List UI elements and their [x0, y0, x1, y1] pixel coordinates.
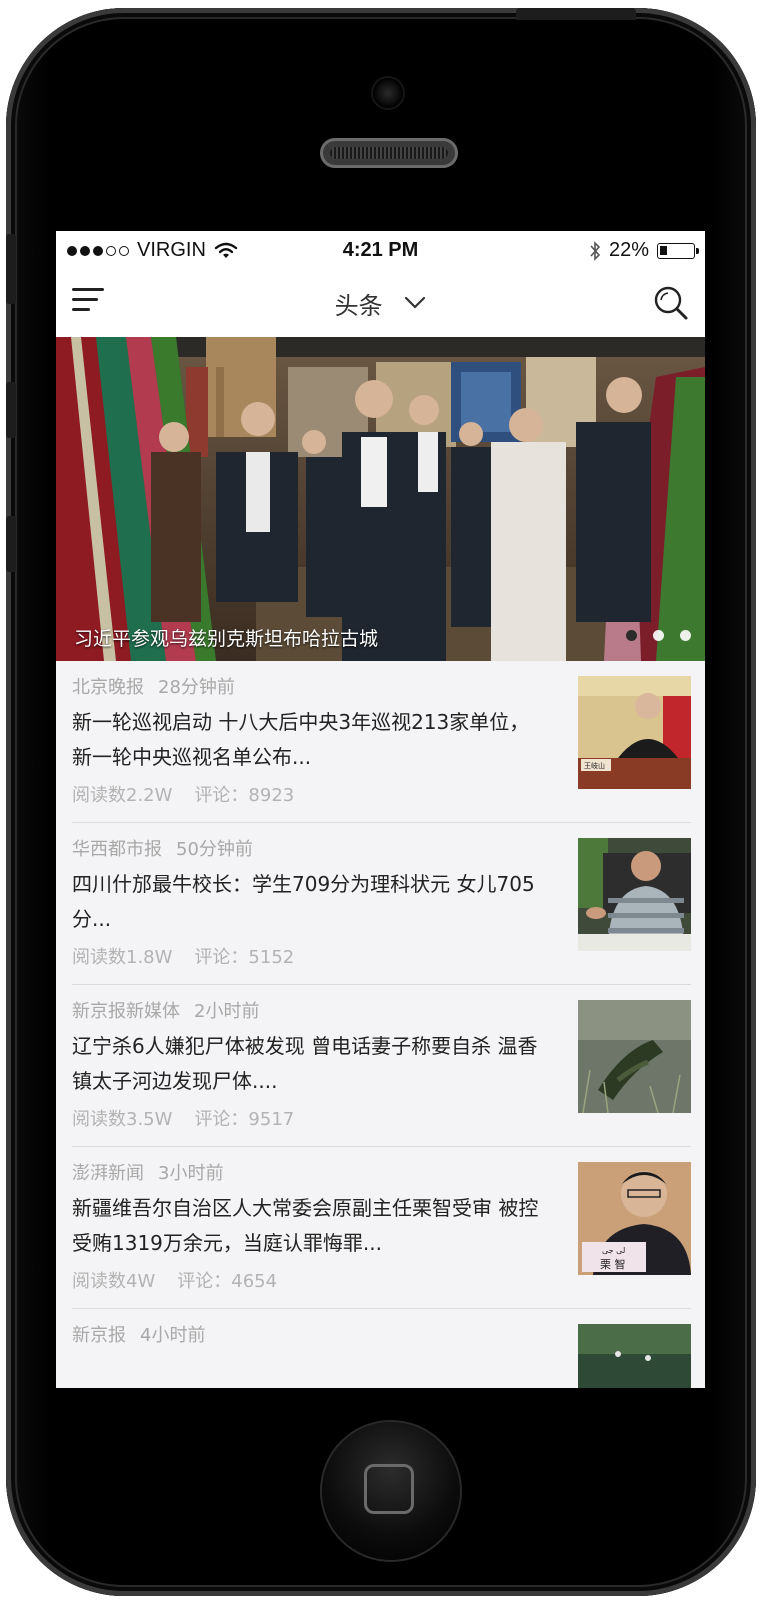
news-meta: 新京报 4小时前 — [72, 1321, 205, 1347]
carousel-dot[interactable] — [680, 630, 691, 641]
news-stats: 阅读数2.2W 评论：8923 — [72, 781, 294, 807]
comment-count: 评论：4654 — [177, 1271, 278, 1292]
news-meta: 新京报新媒体 2小时前 — [72, 997, 259, 1023]
news-thumbnail — [578, 1324, 691, 1388]
news-time: 28分钟前 — [158, 677, 235, 698]
news-source: 新京报 — [72, 1325, 126, 1346]
news-source: 华西都市报 — [72, 839, 162, 860]
read-count: 阅读数1.8W — [72, 947, 173, 968]
news-time: 4小时前 — [140, 1325, 206, 1346]
carousel-dot[interactable] — [626, 630, 637, 641]
news-item[interactable]: 新京报新媒体 2小时前 辽宁杀6人嫌犯尸体被发现 曾电话妻子称要自杀 温香镇太子河… — [72, 985, 691, 1147]
news-stats: 阅读数3.5W 评论：9517 — [72, 1105, 294, 1131]
thumb-sign-text: لى جى — [602, 1246, 625, 1255]
news-source: 北京晚报 — [72, 677, 144, 698]
home-button[interactable] — [322, 1422, 460, 1560]
carousel-indicator[interactable] — [626, 630, 691, 641]
news-title: 新疆维吾尔自治区人大常委会原副主任栗智受审 被控受贿1319万余元，当庭认罪悔罪… — [72, 1196, 539, 1255]
read-count: 阅读数3.5W — [72, 1109, 173, 1130]
read-count: 阅读数4W — [72, 1271, 156, 1292]
battery-percent: 22% — [608, 239, 649, 261]
news-meta: 华西都市报 50分钟前 — [72, 835, 253, 861]
battery-icon — [657, 242, 699, 259]
app-screen: VIRGIN 4:21 PM 22% 头条 习近平参观乌兹别克斯坦布哈拉古城 北… — [56, 231, 705, 1388]
news-time: 50分钟前 — [176, 839, 253, 860]
search-icon[interactable] — [651, 283, 691, 323]
news-title: 新一轮巡视启动 十八大后中央3年巡视213家单位，新一轮中央巡视名单公布... — [72, 710, 530, 769]
banner-photo — [56, 337, 705, 661]
page-title: 头条 — [334, 292, 383, 320]
status-bar: VIRGIN 4:21 PM 22% — [56, 231, 705, 271]
comment-count: 评论：8923 — [194, 785, 295, 806]
news-time: 2小时前 — [194, 1001, 260, 1022]
news-stats: 阅读数1.8W 评论：5152 — [72, 943, 294, 969]
battery-fill — [660, 245, 667, 255]
featured-banner[interactable]: 习近平参观乌兹别克斯坦布哈拉古城 — [56, 337, 705, 661]
news-meta: 澎湃新闻 3小时前 — [72, 1159, 223, 1185]
power-button[interactable] — [516, 8, 636, 20]
news-thumbnail — [578, 838, 691, 951]
news-item[interactable]: 北京晚报 28分钟前 新一轮巡视启动 十八大后中央3年巡视213家单位，新一轮中央… — [72, 661, 691, 823]
banner-caption: 习近平参观乌兹别克斯坦布哈拉古城 — [74, 628, 379, 650]
news-thumbnail — [578, 1000, 691, 1113]
news-list: 北京晚报 28分钟前 新一轮巡视启动 十八大后中央3年巡视213家单位，新一轮中央… — [56, 661, 705, 1388]
volume-down-button[interactable] — [6, 516, 16, 572]
news-item[interactable]: 华西都市报 50分钟前 四川什邡最牛校长：学生709分为理科状元 女儿705分..… — [72, 823, 691, 985]
comment-count: 评论：9517 — [194, 1109, 295, 1130]
earpiece-speaker — [320, 138, 458, 168]
news-meta: 北京晚报 28分钟前 — [72, 673, 235, 699]
news-thumbnail: 王岐山 — [578, 676, 691, 789]
mute-switch[interactable] — [6, 234, 16, 304]
thumb-sign-text: 栗 智 — [600, 1257, 626, 1271]
read-count: 阅读数2.2W — [72, 785, 173, 806]
news-title: 辽宁杀6人嫌犯尸体被发现 曾电话妻子称要自杀 温香镇太子河边发现尸体.... — [72, 1034, 538, 1093]
comment-count: 评论：5152 — [194, 947, 295, 968]
top-nav-bar: 头条 — [56, 271, 705, 338]
status-right: 22% — [589, 239, 699, 262]
front-camera — [373, 78, 403, 108]
bluetooth-icon — [590, 240, 601, 261]
volume-up-button[interactable] — [6, 382, 16, 438]
carousel-dot[interactable] — [653, 630, 664, 641]
news-time: 3小时前 — [158, 1163, 224, 1184]
chevron-down-icon — [405, 296, 426, 309]
news-item[interactable]: 新京报 4小时前 — [72, 1309, 691, 1388]
news-source: 新京报新媒体 — [72, 1001, 180, 1022]
channel-selector[interactable]: 头条 — [56, 286, 705, 321]
home-square-icon — [364, 1464, 414, 1514]
thumb-sign-text: 王岐山 — [584, 761, 605, 770]
news-stats: 阅读数4W 评论：4654 — [72, 1267, 277, 1293]
news-item[interactable]: 澎湃新闻 3小时前 新疆维吾尔自治区人大常委会原副主任栗智受审 被控受贿1319万… — [72, 1147, 691, 1309]
news-title: 四川什邡最牛校长：学生709分为理科状元 女儿705分... — [72, 872, 535, 931]
news-source: 澎湃新闻 — [72, 1163, 144, 1184]
news-thumbnail: لى جى 栗 智 — [578, 1162, 691, 1275]
